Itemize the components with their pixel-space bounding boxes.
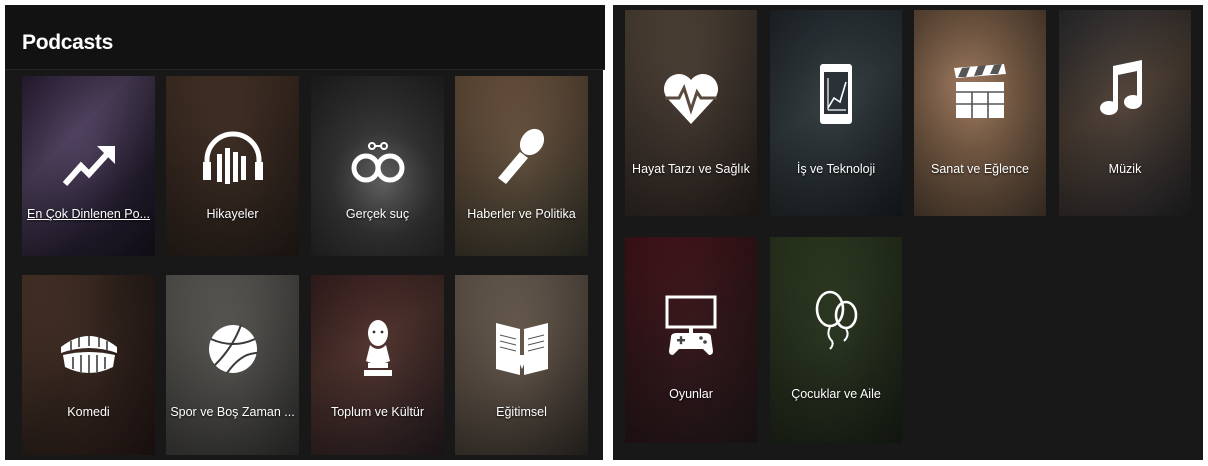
bust-icon	[363, 320, 392, 376]
category-tile-top-podcasts[interactable]: En Çok Dinlenen Po...	[22, 76, 155, 256]
basketball-icon	[208, 324, 257, 374]
heart-pulse-icon	[664, 74, 718, 124]
balloon-icon	[815, 290, 858, 350]
category-tile-comedy[interactable]: Komedi	[22, 275, 155, 455]
handcuffs-icon	[351, 142, 404, 183]
microphone-icon	[497, 128, 544, 184]
tile-label: En Çok Dinlenen Po...	[27, 207, 150, 221]
category-tile-true-crime[interactable]: Gerçek suç	[311, 76, 444, 256]
clapperboard-icon	[954, 64, 1006, 118]
phone-chart-icon	[820, 64, 852, 124]
tile-label: Hikayeler	[206, 207, 259, 221]
podcasts-panel: Podcasts En Çok Dinlenen Po... Hikayeler	[5, 5, 605, 460]
music-note-icon	[1100, 60, 1142, 115]
tile-label: Haberler ve Politika	[467, 207, 576, 221]
categories-panel: Hayat Tarzı ve Sağlık İş ve Teknoloji Sa…	[613, 5, 1203, 460]
category-tile-sports-leisure[interactable]: Spor ve Boş Zaman ...	[166, 275, 299, 455]
category-tile-lifestyle-health[interactable]: Hayat Tarzı ve Sağlık	[625, 10, 757, 216]
tile-label: Komedi	[67, 405, 110, 419]
headphones-icon	[202, 131, 263, 184]
trending-up-icon	[62, 146, 115, 186]
tile-label: Oyunlar	[669, 387, 713, 401]
tile-label: Müzik	[1108, 162, 1142, 176]
category-tile-business-technology[interactable]: İş ve Teknoloji	[770, 10, 902, 216]
header: Podcasts	[5, 5, 605, 70]
tile-label: Sanat ve Eğlence	[931, 162, 1029, 176]
category-tile-stories[interactable]: Hikayeler	[166, 76, 299, 256]
category-tile-music[interactable]: Müzik	[1059, 10, 1191, 216]
category-tile-games[interactable]: Oyunlar	[625, 237, 757, 443]
tile-label: Gerçek suç	[345, 207, 410, 221]
teeth-icon	[60, 335, 117, 374]
tile-label: İş ve Teknoloji	[796, 162, 876, 176]
category-tile-society-culture[interactable]: Toplum ve Kültür	[311, 275, 444, 455]
category-tile-news-politics[interactable]: Haberler ve Politika	[455, 76, 588, 256]
book-icon	[495, 323, 548, 375]
tile-label: Hayat Tarzı ve Sağlık	[632, 162, 750, 176]
tile-label: Spor ve Boş Zaman ...	[170, 405, 295, 419]
tile-label: Eğitimsel	[496, 405, 547, 419]
tile-label: Toplum ve Kültür	[330, 405, 425, 419]
page-title: Podcasts	[22, 31, 113, 54]
category-tile-arts-entertainment[interactable]: Sanat ve Eğlence	[914, 10, 1046, 216]
tile-label: Çocuklar ve Aile	[791, 387, 881, 401]
category-tile-educational[interactable]: Eğitimsel	[455, 275, 588, 455]
category-tile-kids-family[interactable]: Çocuklar ve Aile	[770, 237, 902, 443]
game-console-icon	[665, 295, 717, 355]
